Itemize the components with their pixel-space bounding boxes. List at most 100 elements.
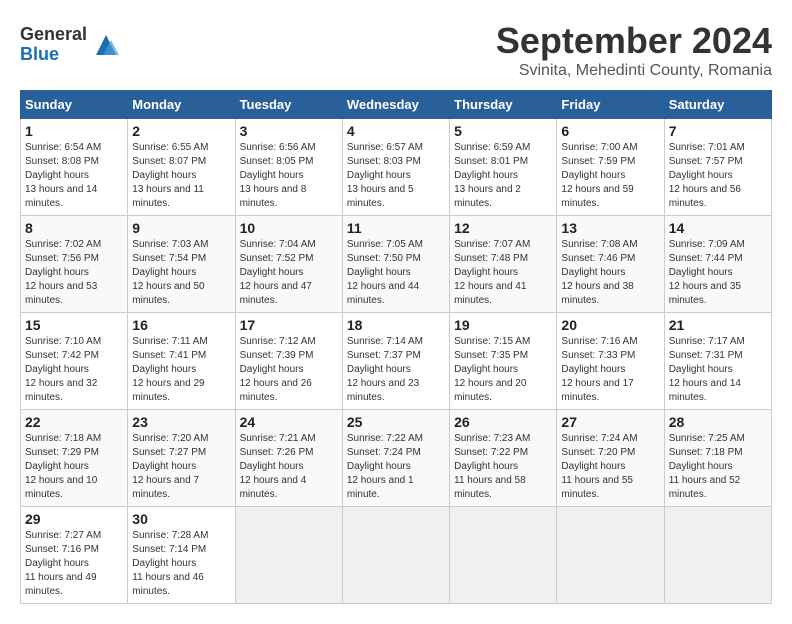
- calendar-cell: [557, 507, 664, 604]
- day-number: 24: [240, 414, 338, 430]
- logo-blue: Blue: [20, 44, 59, 64]
- calendar-cell: 12 Sunrise: 7:07 AM Sunset: 7:48 PM Dayl…: [450, 216, 557, 313]
- day-number: 23: [132, 414, 230, 430]
- calendar-week-row: 1 Sunrise: 6:54 AM Sunset: 8:08 PM Dayli…: [21, 119, 772, 216]
- calendar-cell: 2 Sunrise: 6:55 AM Sunset: 8:07 PM Dayli…: [128, 119, 235, 216]
- weekday-header-thursday: Thursday: [450, 91, 557, 119]
- calendar-cell: 18 Sunrise: 7:14 AM Sunset: 7:37 PM Dayl…: [342, 313, 449, 410]
- day-number: 2: [132, 123, 230, 139]
- day-info: Sunrise: 7:10 AM Sunset: 7:42 PM Dayligh…: [25, 335, 123, 405]
- calendar-cell: 27 Sunrise: 7:24 AM Sunset: 7:20 PM Dayl…: [557, 410, 664, 507]
- day-info: Sunrise: 7:09 AM Sunset: 7:44 PM Dayligh…: [669, 238, 767, 308]
- calendar-cell: 25 Sunrise: 7:22 AM Sunset: 7:24 PM Dayl…: [342, 410, 449, 507]
- calendar-cell: 1 Sunrise: 6:54 AM Sunset: 8:08 PM Dayli…: [21, 119, 128, 216]
- day-number: 3: [240, 123, 338, 139]
- day-number: 20: [561, 317, 659, 333]
- day-info: Sunrise: 7:25 AM Sunset: 7:18 PM Dayligh…: [669, 432, 767, 502]
- day-number: 28: [669, 414, 767, 430]
- calendar-body: 1 Sunrise: 6:54 AM Sunset: 8:08 PM Dayli…: [21, 119, 772, 604]
- calendar-cell: 29 Sunrise: 7:27 AM Sunset: 7:16 PM Dayl…: [21, 507, 128, 604]
- day-info: Sunrise: 6:55 AM Sunset: 8:07 PM Dayligh…: [132, 141, 230, 211]
- weekday-header-wednesday: Wednesday: [342, 91, 449, 119]
- day-number: 17: [240, 317, 338, 333]
- day-info: Sunrise: 7:16 AM Sunset: 7:33 PM Dayligh…: [561, 335, 659, 405]
- day-info: Sunrise: 7:17 AM Sunset: 7:31 PM Dayligh…: [669, 335, 767, 405]
- logo-general: General: [20, 24, 87, 44]
- calendar-table: SundayMondayTuesdayWednesdayThursdayFrid…: [20, 90, 772, 604]
- calendar-cell: 28 Sunrise: 7:25 AM Sunset: 7:18 PM Dayl…: [664, 410, 771, 507]
- day-info: Sunrise: 6:56 AM Sunset: 8:05 PM Dayligh…: [240, 141, 338, 211]
- day-number: 8: [25, 220, 123, 236]
- calendar-cell: 13 Sunrise: 7:08 AM Sunset: 7:46 PM Dayl…: [557, 216, 664, 313]
- calendar-week-row: 8 Sunrise: 7:02 AM Sunset: 7:56 PM Dayli…: [21, 216, 772, 313]
- calendar-cell: [342, 507, 449, 604]
- day-info: Sunrise: 7:20 AM Sunset: 7:27 PM Dayligh…: [132, 432, 230, 502]
- day-info: Sunrise: 7:24 AM Sunset: 7:20 PM Dayligh…: [561, 432, 659, 502]
- calendar-week-row: 15 Sunrise: 7:10 AM Sunset: 7:42 PM Dayl…: [21, 313, 772, 410]
- calendar-cell: 21 Sunrise: 7:17 AM Sunset: 7:31 PM Dayl…: [664, 313, 771, 410]
- day-info: Sunrise: 7:11 AM Sunset: 7:41 PM Dayligh…: [132, 335, 230, 405]
- day-number: 25: [347, 414, 445, 430]
- day-number: 27: [561, 414, 659, 430]
- title-area: September 2024 Svinita, Mehedinti County…: [496, 20, 772, 80]
- day-info: Sunrise: 6:59 AM Sunset: 8:01 PM Dayligh…: [454, 141, 552, 211]
- calendar-cell: [235, 507, 342, 604]
- day-number: 15: [25, 317, 123, 333]
- day-number: 22: [25, 414, 123, 430]
- calendar-cell: 8 Sunrise: 7:02 AM Sunset: 7:56 PM Dayli…: [21, 216, 128, 313]
- day-number: 13: [561, 220, 659, 236]
- day-number: 12: [454, 220, 552, 236]
- logo-icon: [91, 30, 121, 60]
- calendar-cell: 6 Sunrise: 7:00 AM Sunset: 7:59 PM Dayli…: [557, 119, 664, 216]
- day-number: 1: [25, 123, 123, 139]
- day-info: Sunrise: 7:12 AM Sunset: 7:39 PM Dayligh…: [240, 335, 338, 405]
- weekday-header-sunday: Sunday: [21, 91, 128, 119]
- day-info: Sunrise: 7:14 AM Sunset: 7:37 PM Dayligh…: [347, 335, 445, 405]
- calendar-week-row: 29 Sunrise: 7:27 AM Sunset: 7:16 PM Dayl…: [21, 507, 772, 604]
- day-info: Sunrise: 7:21 AM Sunset: 7:26 PM Dayligh…: [240, 432, 338, 502]
- day-info: Sunrise: 7:27 AM Sunset: 7:16 PM Dayligh…: [25, 529, 123, 599]
- day-number: 10: [240, 220, 338, 236]
- day-info: Sunrise: 6:54 AM Sunset: 8:08 PM Dayligh…: [25, 141, 123, 211]
- weekday-header-tuesday: Tuesday: [235, 91, 342, 119]
- day-info: Sunrise: 7:02 AM Sunset: 7:56 PM Dayligh…: [25, 238, 123, 308]
- day-info: Sunrise: 6:57 AM Sunset: 8:03 PM Dayligh…: [347, 141, 445, 211]
- calendar-cell: 24 Sunrise: 7:21 AM Sunset: 7:26 PM Dayl…: [235, 410, 342, 507]
- location: Svinita, Mehedinti County, Romania: [496, 62, 772, 80]
- calendar-cell: 16 Sunrise: 7:11 AM Sunset: 7:41 PM Dayl…: [128, 313, 235, 410]
- weekday-header-friday: Friday: [557, 91, 664, 119]
- calendar-cell: [664, 507, 771, 604]
- day-info: Sunrise: 7:00 AM Sunset: 7:59 PM Dayligh…: [561, 141, 659, 211]
- weekday-header-saturday: Saturday: [664, 91, 771, 119]
- day-info: Sunrise: 7:22 AM Sunset: 7:24 PM Dayligh…: [347, 432, 445, 502]
- day-number: 30: [132, 511, 230, 527]
- calendar-cell: 30 Sunrise: 7:28 AM Sunset: 7:14 PM Dayl…: [128, 507, 235, 604]
- day-number: 19: [454, 317, 552, 333]
- weekday-header-monday: Monday: [128, 91, 235, 119]
- day-number: 29: [25, 511, 123, 527]
- calendar-cell: 3 Sunrise: 6:56 AM Sunset: 8:05 PM Dayli…: [235, 119, 342, 216]
- day-number: 21: [669, 317, 767, 333]
- day-number: 4: [347, 123, 445, 139]
- calendar-cell: 22 Sunrise: 7:18 AM Sunset: 7:29 PM Dayl…: [21, 410, 128, 507]
- calendar-cell: 20 Sunrise: 7:16 AM Sunset: 7:33 PM Dayl…: [557, 313, 664, 410]
- day-number: 9: [132, 220, 230, 236]
- calendar-cell: 23 Sunrise: 7:20 AM Sunset: 7:27 PM Dayl…: [128, 410, 235, 507]
- day-info: Sunrise: 7:01 AM Sunset: 7:57 PM Dayligh…: [669, 141, 767, 211]
- day-info: Sunrise: 7:18 AM Sunset: 7:29 PM Dayligh…: [25, 432, 123, 502]
- day-number: 14: [669, 220, 767, 236]
- calendar-week-row: 22 Sunrise: 7:18 AM Sunset: 7:29 PM Dayl…: [21, 410, 772, 507]
- day-info: Sunrise: 7:23 AM Sunset: 7:22 PM Dayligh…: [454, 432, 552, 502]
- calendar-cell: 15 Sunrise: 7:10 AM Sunset: 7:42 PM Dayl…: [21, 313, 128, 410]
- calendar-cell: 5 Sunrise: 6:59 AM Sunset: 8:01 PM Dayli…: [450, 119, 557, 216]
- calendar-cell: 9 Sunrise: 7:03 AM Sunset: 7:54 PM Dayli…: [128, 216, 235, 313]
- day-info: Sunrise: 7:15 AM Sunset: 7:35 PM Dayligh…: [454, 335, 552, 405]
- day-info: Sunrise: 7:08 AM Sunset: 7:46 PM Dayligh…: [561, 238, 659, 308]
- day-number: 6: [561, 123, 659, 139]
- calendar-cell: 26 Sunrise: 7:23 AM Sunset: 7:22 PM Dayl…: [450, 410, 557, 507]
- logo: General Blue: [20, 25, 121, 65]
- day-info: Sunrise: 7:05 AM Sunset: 7:50 PM Dayligh…: [347, 238, 445, 308]
- calendar-cell: 11 Sunrise: 7:05 AM Sunset: 7:50 PM Dayl…: [342, 216, 449, 313]
- day-info: Sunrise: 7:03 AM Sunset: 7:54 PM Dayligh…: [132, 238, 230, 308]
- calendar-cell: 14 Sunrise: 7:09 AM Sunset: 7:44 PM Dayl…: [664, 216, 771, 313]
